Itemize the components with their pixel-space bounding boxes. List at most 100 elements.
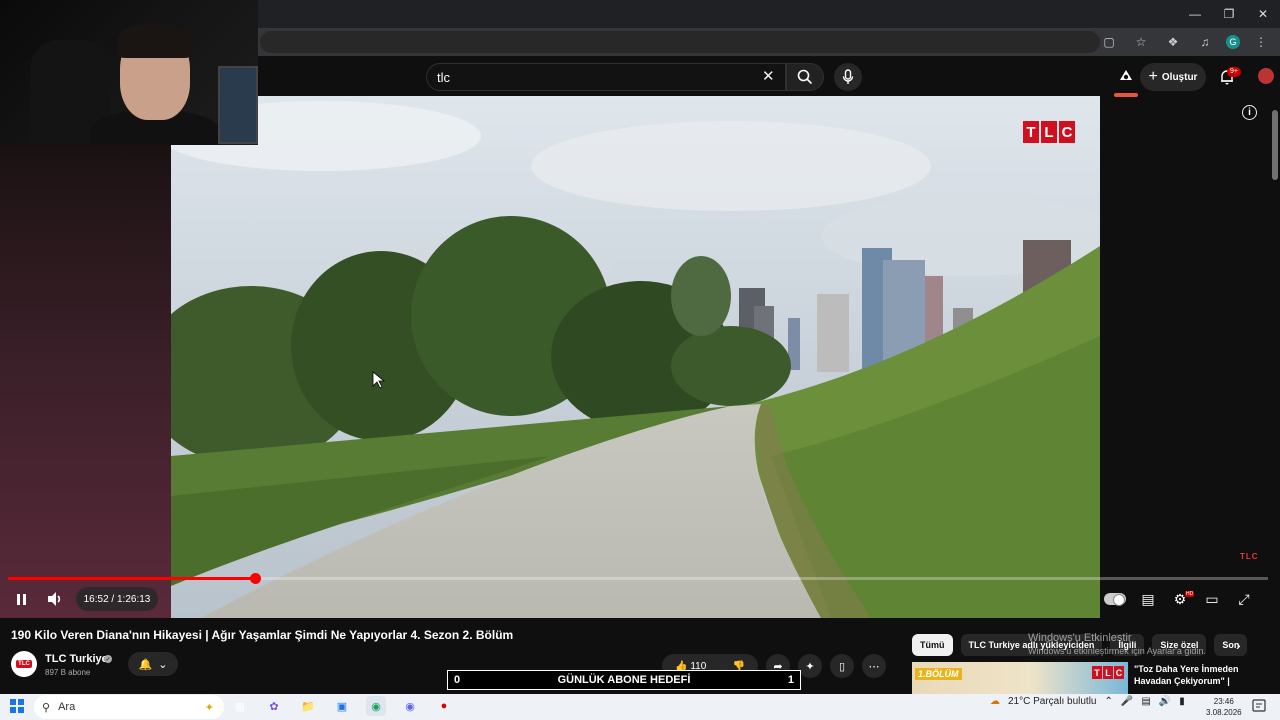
recorder-icon[interactable]: ● bbox=[434, 696, 454, 716]
chip-related[interactable]: İlgili bbox=[1110, 634, 1145, 656]
discord-icon[interactable]: ◉ bbox=[400, 696, 420, 716]
more-actions-button[interactable]: ⋯ bbox=[862, 654, 886, 678]
taskbar-clock[interactable]: 23:46 3.08.2026 bbox=[1206, 696, 1242, 718]
create-label: Oluştur bbox=[1161, 71, 1198, 83]
channel-name[interactable]: TLC Turkiye bbox=[45, 653, 108, 665]
channel-watermark[interactable]: TLC bbox=[1240, 552, 1259, 561]
tlc-logo-letter: L bbox=[1103, 666, 1113, 679]
tlc-logo-letter: T bbox=[1092, 666, 1102, 679]
time-display: 16:52 / 1:26:13 bbox=[76, 587, 158, 611]
goal-label: GÜNLÜK ABONE HEDEFİ bbox=[557, 674, 691, 686]
tlc-logo-letter: L bbox=[1041, 121, 1057, 143]
subscriber-goal-overlay: 0 GÜNLÜK ABONE HEDEFİ 1 bbox=[447, 670, 801, 690]
page-scrollbar[interactable] bbox=[1271, 96, 1280, 694]
browser-menu-icon[interactable]: ⋮ bbox=[1250, 31, 1272, 53]
search-button[interactable] bbox=[786, 63, 824, 91]
info-icon[interactable]: i bbox=[1242, 105, 1257, 120]
extensions-icon[interactable]: ❖ bbox=[1162, 31, 1184, 53]
clock-date: 3.08.2026 bbox=[1206, 708, 1242, 717]
theater-mode-icon[interactable]: ▭ bbox=[1202, 590, 1222, 608]
volume-icon[interactable] bbox=[45, 590, 65, 608]
verified-check-icon: ✓ bbox=[104, 655, 112, 663]
scrollbar-thumb[interactable] bbox=[1272, 110, 1278, 180]
studio-indicator bbox=[1114, 93, 1138, 97]
progress-scrubber[interactable] bbox=[250, 573, 261, 584]
ask-button[interactable]: ✦ bbox=[798, 654, 822, 678]
tlc-watermark-logo: T L C bbox=[1023, 121, 1075, 143]
thumbnail-tlc-logo: T L C bbox=[1092, 666, 1124, 679]
chrome-icon[interactable]: ◉ bbox=[366, 696, 386, 716]
store-icon[interactable]: ▣ bbox=[332, 696, 352, 716]
pause-button[interactable] bbox=[12, 590, 30, 608]
tlc-logo-letter: T bbox=[1023, 121, 1039, 143]
webcam-monitor bbox=[218, 66, 258, 144]
media-control-icon[interactable]: ♫ bbox=[1194, 31, 1216, 53]
window-controls: — ❐ ✕ bbox=[1178, 0, 1280, 28]
ambient-glow bbox=[0, 145, 171, 618]
close-window-icon[interactable]: ✕ bbox=[1246, 0, 1280, 28]
chip-for-you[interactable]: Size özel bbox=[1152, 634, 1207, 656]
plus-icon: + bbox=[1148, 68, 1158, 85]
search-icon: ⚲ bbox=[42, 701, 51, 714]
goal-target: 1 bbox=[787, 674, 794, 686]
notification-center-icon[interactable] bbox=[1252, 699, 1266, 713]
search-query: tlc bbox=[437, 69, 450, 85]
microphone-tray-icon[interactable]: 🎤 bbox=[1121, 696, 1133, 707]
taskbar-apps: ▦ ✿ 📁 ▣ ◉ ◉ ● bbox=[230, 696, 454, 716]
profile-avatar[interactable]: G bbox=[1226, 35, 1240, 49]
chip-from-uploader[interactable]: TLC Turkiye adlı yükleyiciden bbox=[960, 634, 1103, 656]
network-icon[interactable]: ▤ bbox=[1141, 696, 1150, 707]
chevron-right-icon[interactable]: › bbox=[1236, 637, 1241, 653]
recommendation-thumbnail[interactable]: 1.BÖLÜM T L C bbox=[912, 662, 1128, 694]
account-avatar[interactable] bbox=[1258, 68, 1274, 84]
weather-icon[interactable]: ☁ bbox=[990, 696, 1000, 707]
address-bar[interactable] bbox=[260, 31, 1100, 53]
restore-icon[interactable]: ❐ bbox=[1212, 0, 1246, 28]
goal-current: 0 bbox=[454, 674, 461, 686]
chevron-down-icon: ⌄ bbox=[158, 658, 168, 671]
channel-avatar[interactable]: TLC bbox=[11, 651, 37, 677]
time-text: 16:52 / 1:26:13 bbox=[83, 593, 151, 605]
battery-icon[interactable]: ▮ bbox=[1179, 696, 1185, 707]
copilot-icon[interactable]: ✿ bbox=[264, 696, 284, 716]
video-scene bbox=[171, 96, 1100, 618]
subscribed-bell-button[interactable]: 🔔 ⌄ bbox=[128, 652, 178, 676]
recommendation-chips: Tümü TLC Turkiye adlı yükleyiciden İlgil… bbox=[912, 634, 1248, 656]
weather-text[interactable]: 21°C Parçalı bulutlu bbox=[1008, 696, 1097, 707]
chip-recent[interactable]: Son bbox=[1214, 634, 1248, 656]
tray-chevron-icon[interactable]: ⌃ bbox=[1105, 696, 1113, 707]
save-button[interactable]: ▯ bbox=[830, 654, 854, 678]
webcam-overlay bbox=[0, 0, 258, 145]
minimize-icon[interactable]: — bbox=[1178, 0, 1212, 28]
video-frame[interactable] bbox=[171, 96, 1100, 618]
webcam-person-hair bbox=[118, 24, 192, 58]
clear-search-icon[interactable]: ✕ bbox=[762, 67, 775, 85]
search-icon bbox=[797, 69, 813, 85]
microphone-icon bbox=[842, 69, 854, 84]
taskbar-search[interactable]: ⚲ Ara ✦ bbox=[34, 695, 224, 719]
bookmark-icon: ▯ bbox=[838, 660, 846, 673]
bell-icon: 🔔 bbox=[138, 658, 153, 671]
chip-all[interactable]: Tümü bbox=[912, 634, 953, 656]
cast-icon[interactable]: ▢ bbox=[1098, 31, 1120, 53]
tlc-logo-letter: C bbox=[1114, 666, 1124, 679]
create-button[interactable]: + Oluştur bbox=[1140, 63, 1206, 91]
notification-badge: 9+ bbox=[1227, 67, 1241, 77]
windows-start-icon[interactable] bbox=[10, 699, 24, 713]
task-view-icon[interactable]: ▦ bbox=[230, 696, 250, 716]
file-explorer-icon[interactable]: 📁 bbox=[298, 696, 318, 716]
subscriber-count: 897 B abone bbox=[45, 668, 91, 677]
search-input[interactable]: tlc bbox=[426, 63, 786, 91]
taskbar-search-placeholder: Ara bbox=[58, 701, 76, 713]
tlc-logo-letter: C bbox=[1059, 121, 1075, 143]
volume-tray-icon[interactable]: 🔊 bbox=[1159, 696, 1171, 707]
fullscreen-icon[interactable]: ⤢ bbox=[1234, 590, 1254, 608]
autoplay-toggle[interactable] bbox=[1104, 593, 1126, 606]
voice-search-button[interactable] bbox=[834, 63, 862, 91]
subtitles-icon[interactable]: ▤ bbox=[1138, 590, 1158, 608]
search-highlight-icon: ✦ bbox=[204, 701, 214, 714]
recommendation-title[interactable]: "Toz Daha Yere İnmeden Havadan Çekiyorum… bbox=[1134, 663, 1274, 687]
studio-icon[interactable] bbox=[1118, 68, 1134, 84]
bookmark-star-icon[interactable]: ☆ bbox=[1130, 31, 1152, 53]
progress-played bbox=[8, 577, 255, 580]
